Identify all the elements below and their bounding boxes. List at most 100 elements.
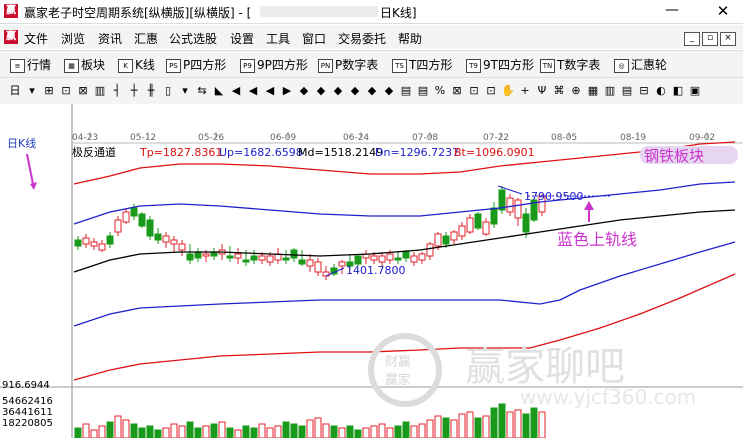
volume-bar-1 bbox=[82, 423, 90, 438]
toolbar-button-1[interactable]: ▦ 板块 bbox=[64, 56, 105, 73]
candle-body-39 bbox=[386, 253, 394, 261]
child-minimize-icon[interactable]: _ bbox=[684, 32, 700, 46]
tool-icon-3[interactable]: ⊡ bbox=[59, 84, 73, 98]
menu-item-2[interactable]: 资讯 bbox=[98, 30, 122, 47]
tool-icon-13[interactable]: ◀ bbox=[229, 84, 243, 98]
tool-icon-9[interactable]: ▯ bbox=[161, 84, 175, 98]
up-line bbox=[73, 181, 736, 225]
tool-icon-0[interactable]: 日 bbox=[8, 84, 22, 98]
volume-bar-3 bbox=[98, 425, 106, 438]
candle-body-41 bbox=[402, 251, 410, 259]
minimize-button[interactable]: — bbox=[662, 2, 682, 20]
menu-item-7[interactable]: 窗口 bbox=[302, 30, 326, 47]
toolbar-button-8[interactable]: TN T数字表 bbox=[540, 56, 600, 73]
x-label-0: 04-23 bbox=[72, 133, 98, 143]
menu-item-9[interactable]: 帮助 bbox=[398, 30, 422, 47]
tool-icon-33[interactable]: ⊕ bbox=[569, 84, 583, 98]
candle-body-46 bbox=[442, 235, 450, 245]
candle-body-8 bbox=[138, 213, 146, 227]
tool-icon-30[interactable]: + bbox=[518, 84, 532, 98]
chart-area[interactable]: 04-23 05-12 05-26 06-09 06-24 07-08 07-22 08-05… bbox=[0, 104, 743, 438]
candle-body-19 bbox=[226, 255, 234, 259]
tool-icon-8[interactable]: ╫ bbox=[144, 84, 158, 98]
menu-item-8[interactable]: 交易委托 bbox=[338, 30, 386, 47]
toolbar-button-6[interactable]: TS T四方形 bbox=[392, 56, 452, 73]
volume-bar-40 bbox=[394, 425, 402, 438]
candle-body-38 bbox=[378, 255, 386, 263]
toolbar-icon-3: PS bbox=[166, 58, 181, 73]
volume-bar-15 bbox=[194, 427, 202, 438]
tool-icon-36[interactable]: ▤ bbox=[620, 84, 634, 98]
tool-icon-10[interactable]: ▾ bbox=[178, 84, 192, 98]
kline-chart[interactable]: 04-23 05-12 05-26 06-09 06-24 07-08 07-22 08-05… bbox=[0, 104, 743, 438]
tool-icon-27[interactable]: ⊡ bbox=[467, 84, 481, 98]
tool-icon-25[interactable]: % bbox=[433, 84, 447, 98]
toolbar-button-0[interactable]: ≡ 行情 bbox=[10, 56, 51, 73]
toolbar-icon-4: P9 bbox=[240, 58, 255, 73]
volume-bar-0 bbox=[74, 427, 82, 438]
tool-icon-17[interactable]: ◆ bbox=[297, 84, 311, 98]
tool-icon-16[interactable]: ▶ bbox=[280, 84, 294, 98]
view-toolbar: ≡ 行情 ▦ 板块 K K线 PS P四方形 P9 9P四方形 PN P数字表 TS T四方形 T9 9T四方… bbox=[0, 50, 743, 77]
tool-icon-35[interactable]: ▥ bbox=[603, 84, 617, 98]
indicator-dn: Dn=1296.7237 bbox=[375, 146, 459, 159]
tool-icon-23[interactable]: ▤ bbox=[399, 84, 413, 98]
tool-icon-21[interactable]: ◆ bbox=[365, 84, 379, 98]
volume-bar-20 bbox=[234, 429, 242, 438]
toolbar-button-3[interactable]: PS P四方形 bbox=[166, 56, 226, 73]
tool-icon-18[interactable]: ◆ bbox=[314, 84, 328, 98]
tool-icon-24[interactable]: ▤ bbox=[416, 84, 430, 98]
toolbar-button-4[interactable]: P9 9P四方形 bbox=[240, 56, 308, 73]
toolbar-button-7[interactable]: T9 9T四方形 bbox=[466, 56, 534, 73]
tool-icon-39[interactable]: ◧ bbox=[671, 84, 685, 98]
tool-icon-20[interactable]: ◆ bbox=[348, 84, 362, 98]
close-button[interactable]: ✕ bbox=[712, 2, 734, 20]
tool-icon-2[interactable]: ⊞ bbox=[42, 84, 56, 98]
candle-body-55 bbox=[514, 199, 522, 219]
volume-bar-31 bbox=[322, 423, 330, 438]
menu-logo-icon: 赢 bbox=[4, 30, 18, 44]
menu-item-0[interactable]: 文件 bbox=[24, 30, 48, 47]
volume-axis-2: 36441611 bbox=[2, 407, 53, 418]
volume-bar-47 bbox=[450, 419, 458, 438]
toolbar-button-2[interactable]: K K线 bbox=[118, 56, 155, 73]
candle-body-5 bbox=[114, 219, 122, 233]
tool-icon-6[interactable]: ┤ bbox=[110, 84, 124, 98]
tool-icon-4[interactable]: ⊠ bbox=[76, 84, 90, 98]
tool-icon-19[interactable]: ◆ bbox=[331, 84, 345, 98]
tool-icon-29[interactable]: ✋ bbox=[501, 84, 515, 98]
tool-icon-7[interactable]: ┼ bbox=[127, 84, 141, 98]
tool-icon-11[interactable]: ⇆ bbox=[195, 84, 209, 98]
tool-icon-32[interactable]: ⌘ bbox=[552, 84, 566, 98]
menu-item-1[interactable]: 浏览 bbox=[61, 30, 85, 47]
toolbar-button-9[interactable]: ◎ 汇惠轮 bbox=[614, 56, 667, 73]
tool-icon-5[interactable]: ▥ bbox=[93, 84, 107, 98]
tool-icon-14[interactable]: ◀ bbox=[246, 84, 260, 98]
volume-bar-2 bbox=[90, 429, 98, 438]
tool-icon-15[interactable]: ◀ bbox=[263, 84, 277, 98]
tool-icon-26[interactable]: ⊠ bbox=[450, 84, 464, 98]
tool-icon-34[interactable]: ▦ bbox=[586, 84, 600, 98]
child-restore-icon[interactable]: ▫ bbox=[702, 32, 718, 46]
tool-icon-31[interactable]: Ψ bbox=[535, 84, 549, 98]
menu-item-3[interactable]: 汇惠 bbox=[134, 30, 158, 47]
menu-item-4[interactable]: 公式选股 bbox=[169, 30, 217, 47]
tool-icon-22[interactable]: ◆ bbox=[382, 84, 396, 98]
tool-icon-40[interactable]: ▣ bbox=[688, 84, 702, 98]
tool-icon-1[interactable]: ▾ bbox=[25, 84, 39, 98]
volume-axis-3: 18220805 bbox=[2, 418, 53, 429]
child-close-icon[interactable]: × bbox=[720, 32, 736, 46]
volume-bar-21 bbox=[242, 425, 250, 438]
tool-icon-12[interactable]: ◣ bbox=[212, 84, 226, 98]
menu-item-6[interactable]: 工具 bbox=[266, 30, 290, 47]
toolbar-icon-5: PN bbox=[318, 58, 333, 73]
tool-icon-37[interactable]: ⊟ bbox=[637, 84, 651, 98]
volume-bar-54 bbox=[506, 411, 514, 438]
volume-bar-6 bbox=[122, 419, 130, 438]
tool-icon-38[interactable]: ◐ bbox=[654, 84, 668, 98]
menu-item-5[interactable]: 设置 bbox=[230, 30, 254, 47]
candle-body-7 bbox=[130, 207, 138, 217]
tool-icon-28[interactable]: ⊡ bbox=[484, 84, 498, 98]
toolbar-button-5[interactable]: PN P数字表 bbox=[318, 56, 378, 73]
candle-body-49 bbox=[466, 217, 474, 233]
